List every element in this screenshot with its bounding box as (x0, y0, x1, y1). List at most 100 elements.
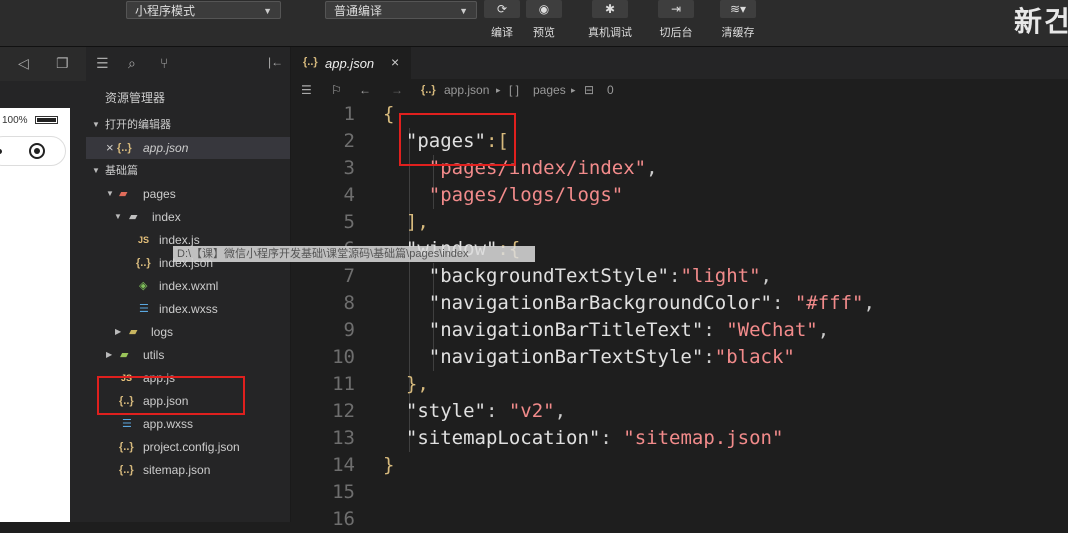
tree-item-label: index.wxml (159, 279, 219, 293)
line-number: 2 (343, 130, 355, 152)
tree-item-label: logs (151, 325, 174, 339)
tree-item-label: sitemap.json (143, 463, 211, 477)
list-icon[interactable]: ☰ (301, 79, 312, 101)
tree-item-pages[interactable]: ▼ ▰ pages (86, 183, 290, 205)
tab-app-json[interactable]: {..} app.json × (291, 47, 411, 79)
compile-label: 编译 (491, 27, 513, 39)
clear-cache-button[interactable]: ≋▾ 清缓存 (716, 0, 760, 40)
close-circle-icon[interactable] (29, 143, 45, 159)
line-number: 4 (343, 184, 355, 206)
chevron-down-icon: ▼ (459, 6, 468, 16)
eye-icon: ◉ (526, 0, 562, 18)
remote-debug-label: 真机调试 (588, 27, 632, 39)
chevron-right-icon: ▸ (496, 85, 501, 95)
json-file-icon: {..} (119, 464, 134, 476)
highlight-box-pages-key (399, 113, 516, 166)
arrow-left-icon[interactable]: ← (359, 79, 371, 101)
json-file-icon: {..} (117, 142, 132, 154)
tree-item-index-wxml[interactable]: ◈ index.wxml (86, 275, 290, 297)
window-icon[interactable]: ❐ (56, 55, 69, 72)
chevron-down-icon: ▼ (106, 189, 114, 198)
refresh-icon: ⟳ (484, 0, 520, 18)
tree-item-label: app.wxss (143, 417, 194, 431)
tree-item-label: project.config.json (143, 440, 240, 454)
code-string: "#fff" (794, 292, 864, 314)
code-key: "style" (405, 400, 486, 422)
code-punct: ], (405, 211, 429, 233)
breadcrumb-file[interactable]: app.json (444, 79, 489, 101)
code-punct: }, (405, 373, 429, 395)
code-line: "pages/logs/logs" (383, 182, 623, 209)
folder-icon: ▰ (120, 349, 129, 361)
line-number: 16 (332, 508, 355, 530)
tree-item-app-wxss[interactable]: ☰ app.wxss (86, 413, 290, 435)
more-dot-icon[interactable] (0, 149, 2, 154)
close-icon[interactable]: × (391, 54, 399, 70)
preview-button[interactable]: ◉ 预览 (525, 0, 563, 40)
code-line: }, (383, 371, 429, 398)
code-line: ], (383, 209, 429, 236)
line-number: 10 (332, 346, 355, 368)
project-section[interactable]: ▼ 基础篇 (86, 160, 290, 182)
code-string: "pages/logs/logs" (428, 184, 624, 206)
code-key: "sitemapLocation" (405, 427, 601, 449)
tree-item-utils[interactable]: ▶ ▰ utils (86, 344, 290, 366)
code-line: "navigationBarTextStyle":"black" (428, 346, 795, 368)
chevron-down-icon: ▼ (263, 6, 272, 16)
battery-percent: 100% (2, 115, 28, 126)
project-label: 基础篇 (105, 165, 138, 177)
bug-icon: ✱ (592, 0, 628, 18)
bookmark-icon[interactable]: ⚐ (331, 79, 342, 101)
open-editors-section[interactable]: ▼ 打开的编辑器 (86, 114, 290, 136)
line-number: 7 (343, 265, 355, 287)
brand-text: 新건 (1013, 6, 1068, 37)
wxss-file-icon: ☰ (139, 303, 149, 315)
chevron-down-icon: ▼ (92, 120, 100, 129)
volume-icon[interactable]: ◁ (18, 55, 29, 72)
compile-button[interactable]: ⟳ 编译 (483, 0, 521, 40)
tree-item-project-config[interactable]: {..} project.config.json (86, 436, 290, 458)
code-line: { (383, 101, 394, 128)
code-string: "WeChat" (726, 319, 818, 341)
collapse-icon[interactable]: |← (268, 55, 283, 69)
remote-debug-button[interactable]: ✱ 真机调试 (583, 0, 637, 40)
list-icon[interactable]: ☰ (96, 55, 109, 72)
line-number: 8 (343, 292, 355, 314)
branch-icon[interactable]: ⑂ (160, 55, 168, 71)
preview-label: 预览 (533, 27, 555, 39)
line-number: 13 (332, 427, 355, 449)
background-switch-button[interactable]: ⇥ 切后台 (654, 0, 698, 40)
code-brace: } (383, 454, 395, 476)
tree-item-label: index (152, 210, 181, 224)
open-editors-label: 打开的编辑器 (105, 119, 171, 131)
line-number: 12 (332, 400, 355, 422)
code-line: "navigationBarTitleText": "WeChat", (428, 319, 830, 341)
close-icon[interactable]: × (106, 137, 114, 159)
mode-select-value: 小程序模式 (135, 4, 196, 18)
code-string: "v2" (508, 400, 555, 422)
tree-item-sitemap[interactable]: {..} sitemap.json (86, 459, 290, 481)
breadcrumb-key[interactable]: pages (533, 79, 566, 101)
tree-item-logs[interactable]: ▶ ▰ logs (86, 321, 290, 343)
folder-icon: ▰ (129, 326, 138, 338)
capsule-menu[interactable] (0, 136, 66, 166)
tree-item-index-wxss[interactable]: ☰ index.wxss (86, 298, 290, 320)
breadcrumb-index[interactable]: 0 (607, 79, 614, 101)
json-file-icon: {..} (303, 56, 318, 68)
tree-item-index-folder[interactable]: ▼ ▰ index (86, 206, 290, 228)
code-string: "sitemap.json" (623, 427, 784, 449)
compile-select[interactable]: 普通编译 ▼ (325, 1, 477, 19)
clear-cache-label: 清缓存 (721, 27, 755, 39)
simulator-header: ◁ ❐ (0, 47, 86, 81)
mode-select[interactable]: 小程序模式 ▼ (126, 1, 281, 19)
code-key: "navigationBarTitleText" (428, 319, 704, 341)
arrow-right-icon[interactable]: → (391, 79, 403, 101)
line-number: 15 (332, 481, 355, 503)
breadcrumb: ☰ ⚐ ← → {..} app.json ▸ [ ] pages ▸ ⊟ 0 (291, 79, 1068, 101)
json-file-icon: {..} (421, 84, 436, 96)
chevron-right-icon: ▶ (115, 327, 122, 336)
wxml-file-icon: ◈ (139, 280, 148, 292)
json-file-icon: {..} (119, 441, 134, 453)
search-icon[interactable]: ⌕ (128, 55, 136, 72)
open-editor-item[interactable]: × {..} app.json (86, 137, 290, 159)
